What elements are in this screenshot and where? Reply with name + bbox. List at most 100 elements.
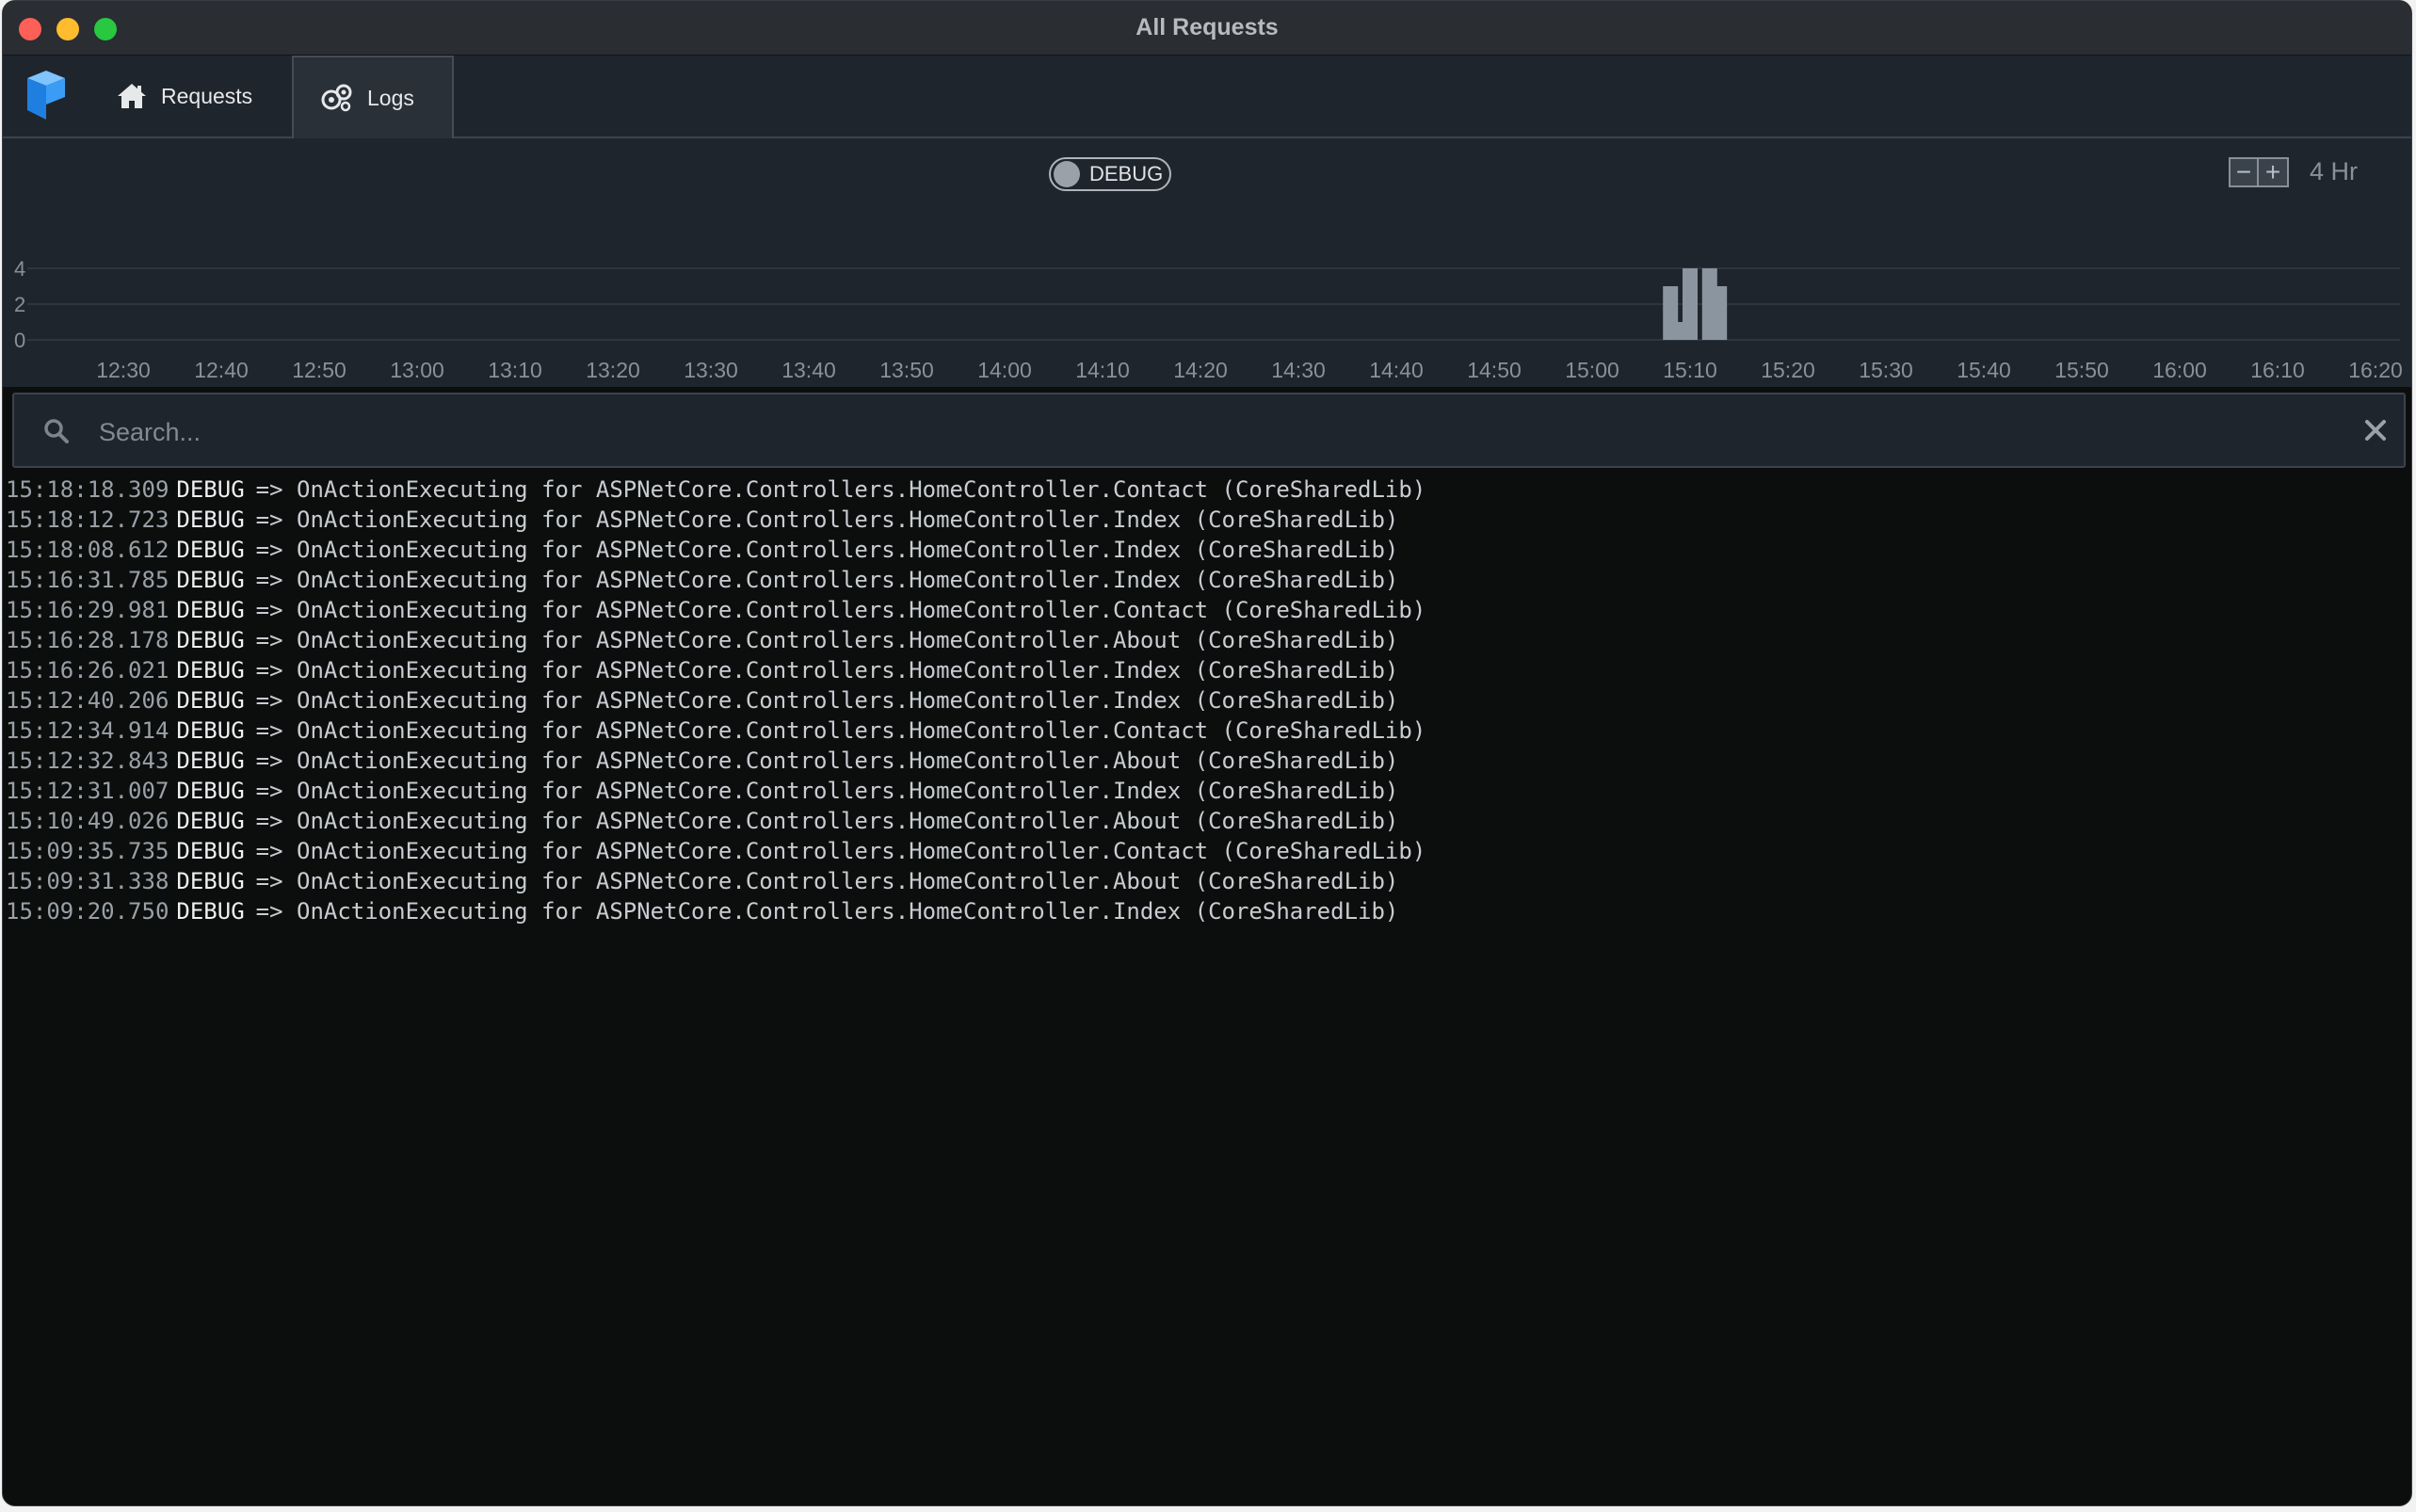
log-message: => OnActionExecuting for ASPNetCore.Cont… bbox=[255, 748, 1399, 774]
log-message: => OnActionExecuting for ASPNetCore.Cont… bbox=[255, 537, 1399, 563]
log-message: => OnActionExecuting for ASPNetCore.Cont… bbox=[255, 657, 1399, 684]
log-entry[interactable]: 15:12:40.206 DEBUG => OnActionExecuting fo… bbox=[6, 685, 2411, 716]
log-timestamp: 15:18:12.723 bbox=[6, 507, 169, 533]
time-range-label: 4 Hr bbox=[2310, 157, 2359, 185]
y-tick-label: 0 bbox=[14, 329, 25, 352]
log-level: DEBUG bbox=[176, 838, 245, 864]
log-message: => OnActionExecuting for ASPNetCore.Cont… bbox=[255, 687, 1399, 714]
log-timestamp: 15:09:31.338 bbox=[6, 868, 169, 894]
log-entry[interactable]: 15:10:49.026 DEBUG => OnActionExecuting fo… bbox=[6, 806, 2411, 836]
x-tick-label: 13:10 bbox=[488, 358, 542, 382]
log-level: DEBUG bbox=[176, 507, 245, 533]
log-level: DEBUG bbox=[176, 597, 245, 623]
x-tick-label: 12:50 bbox=[292, 358, 346, 382]
log-timestamp: 15:10:49.026 bbox=[6, 808, 169, 834]
log-entry[interactable]: 15:16:29.981 DEBUG => OnActionExecuting fo… bbox=[6, 595, 2411, 625]
x-tick-label: 14:40 bbox=[1369, 358, 1424, 382]
clear-search-icon[interactable] bbox=[2359, 413, 2392, 447]
log-entry[interactable]: 15:09:31.338 DEBUG => OnActionExecuting fo… bbox=[6, 866, 2411, 896]
x-tick-label: 15:50 bbox=[2054, 358, 2109, 382]
x-tick-label: 12:40 bbox=[194, 358, 249, 382]
log-message: => OnActionExecuting for ASPNetCore.Cont… bbox=[255, 567, 1399, 593]
log-timestamp: 15:16:29.981 bbox=[6, 597, 169, 623]
log-level: DEBUG bbox=[176, 567, 245, 593]
tab-bar: Requests Logs bbox=[3, 56, 2411, 138]
y-tick-label: 4 bbox=[14, 257, 25, 281]
log-timestamp: 15:16:31.785 bbox=[6, 567, 169, 593]
toggle-label: DEBUG bbox=[1089, 162, 1164, 185]
toggle-knob bbox=[1054, 161, 1080, 187]
log-message: => OnActionExecuting for ASPNetCore.Cont… bbox=[255, 778, 1399, 804]
zoom-in-button[interactable]: + bbox=[2259, 157, 2289, 187]
log-entry[interactable]: 15:18:08.612 DEBUG => OnActionExecuting fo… bbox=[6, 535, 2411, 565]
log-entry[interactable]: 15:12:34.914 DEBUG => OnActionExecuting fo… bbox=[6, 716, 2411, 746]
log-timestamp: 15:18:18.309 bbox=[6, 476, 169, 503]
log-chart-panel: DEBUG − + 4 Hr 0 2 4 12:30 12:40 12:50 13:00 13… bbox=[3, 138, 2411, 387]
log-message: => OnActionExecuting for ASPNetCore.Cont… bbox=[255, 838, 1426, 864]
tab-logs[interactable]: Logs bbox=[292, 56, 454, 138]
window-title: All Requests bbox=[1136, 14, 1279, 40]
x-tick-label: 16:00 bbox=[2152, 358, 2207, 382]
log-level: DEBUG bbox=[176, 537, 245, 563]
x-tick-label: 12:30 bbox=[96, 358, 151, 382]
x-tick-label: 14:00 bbox=[977, 358, 1032, 382]
zoom-out-button[interactable]: − bbox=[2229, 157, 2259, 187]
zoom-controls: − + bbox=[2229, 157, 2289, 187]
y-tick-label: 2 bbox=[14, 293, 25, 316]
tab-requests[interactable]: Requests bbox=[108, 56, 293, 137]
log-level: DEBUG bbox=[176, 778, 245, 804]
log-level: DEBUG bbox=[176, 717, 245, 744]
log-timestamp: 15:18:08.612 bbox=[6, 537, 169, 563]
log-entry[interactable]: 15:18:18.309 DEBUG => OnActionExecuting fo… bbox=[6, 475, 2411, 505]
log-level: DEBUG bbox=[176, 687, 245, 714]
x-tick-label: 15:10 bbox=[1663, 358, 1717, 382]
log-timestamp: 15:12:40.206 bbox=[6, 687, 169, 714]
log-timestamp: 15:12:31.007 bbox=[6, 778, 169, 804]
chart-bar[interactable] bbox=[1712, 286, 1728, 340]
log-entry[interactable]: 15:18:12.723 DEBUG => OnActionExecuting fo… bbox=[6, 505, 2411, 535]
debug-level-toggle[interactable]: DEBUG bbox=[1049, 157, 1171, 191]
log-message: => OnActionExecuting for ASPNetCore.Cont… bbox=[255, 868, 1399, 894]
x-tick-label: 13:40 bbox=[781, 358, 836, 382]
log-entry[interactable]: 15:12:31.007 DEBUG => OnActionExecuting fo… bbox=[6, 776, 2411, 806]
log-entry[interactable]: 15:09:35.735 DEBUG => OnActionExecuting fo… bbox=[6, 836, 2411, 866]
x-tick-label: 14:10 bbox=[1075, 358, 1130, 382]
x-tick-label: 13:30 bbox=[684, 358, 738, 382]
search-input[interactable] bbox=[97, 408, 2342, 457]
log-timestamp: 15:09:20.750 bbox=[6, 898, 169, 925]
log-list: 15:18:18.309 DEBUG => OnActionExecuting fo… bbox=[6, 475, 2411, 926]
log-message: => OnActionExecuting for ASPNetCore.Cont… bbox=[255, 898, 1399, 925]
search-icon bbox=[44, 419, 69, 443]
log-level: DEBUG bbox=[176, 627, 245, 653]
x-tick-label: 15:30 bbox=[1859, 358, 1913, 382]
log-message: => OnActionExecuting for ASPNetCore.Cont… bbox=[255, 507, 1399, 533]
app-window: All Requests Requests Logs DEBUG − + 4 H… bbox=[2, 0, 2412, 1506]
log-entry[interactable]: 15:16:31.785 DEBUG => OnActionExecuting fo… bbox=[6, 565, 2411, 595]
x-tick-label: 14:50 bbox=[1467, 358, 1522, 382]
gears-icon bbox=[321, 84, 352, 112]
x-tick-label: 15:40 bbox=[1957, 358, 2011, 382]
log-message: => OnActionExecuting for ASPNetCore.Cont… bbox=[255, 717, 1426, 744]
x-tick-label: 16:20 bbox=[2348, 358, 2403, 382]
log-entry[interactable]: 15:12:32.843 DEBUG => OnActionExecuting fo… bbox=[6, 746, 2411, 776]
log-level: DEBUG bbox=[176, 657, 245, 684]
x-tick-label: 14:20 bbox=[1173, 358, 1228, 382]
app-logo-icon bbox=[27, 71, 65, 120]
log-level: DEBUG bbox=[176, 898, 245, 925]
x-tick-label: 13:00 bbox=[390, 358, 444, 382]
log-timestamp: 15:16:26.021 bbox=[6, 657, 169, 684]
log-entry[interactable]: 15:16:28.178 DEBUG => OnActionExecuting fo… bbox=[6, 625, 2411, 655]
log-level: DEBUG bbox=[176, 476, 245, 503]
tab-requests-label: Requests bbox=[161, 83, 253, 108]
log-entry[interactable]: 15:16:26.021 DEBUG => OnActionExecuting fo… bbox=[6, 655, 2411, 685]
x-tick-label: 14:30 bbox=[1271, 358, 1326, 382]
log-entry[interactable]: 15:09:20.750 DEBUG => OnActionExecuting fo… bbox=[6, 896, 2411, 926]
x-tick-label: 15:20 bbox=[1761, 358, 1815, 382]
x-tick-label: 15:00 bbox=[1565, 358, 1619, 382]
log-message: => OnActionExecuting for ASPNetCore.Cont… bbox=[255, 808, 1399, 834]
chart-bar[interactable] bbox=[1683, 268, 1698, 340]
search-bar bbox=[12, 393, 2406, 468]
log-timestamp: 15:12:34.914 bbox=[6, 717, 169, 744]
log-message: => OnActionExecuting for ASPNetCore.Cont… bbox=[255, 597, 1426, 623]
log-level: DEBUG bbox=[176, 808, 245, 834]
